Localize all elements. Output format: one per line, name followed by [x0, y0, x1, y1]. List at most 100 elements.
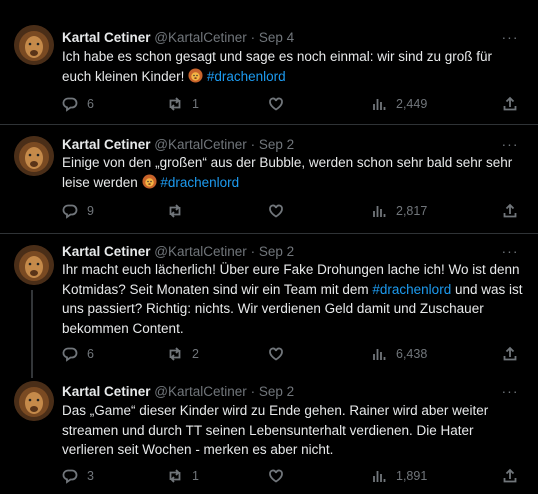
more-icon[interactable]: ··· [500, 384, 520, 400]
tweet-header: Kartal Cetiner @KartalCetiner · Sep 2 [62, 383, 294, 401]
view-count: 1,891 [396, 469, 428, 483]
hashtag-link[interactable]: #drachenlord [372, 282, 451, 297]
like-icon [269, 469, 283, 483]
author-name[interactable]: Kartal Cetiner [62, 244, 151, 259]
avatar[interactable] [14, 381, 54, 421]
reply-count: 3 [87, 469, 94, 483]
views-icon [373, 349, 386, 360]
author-name[interactable]: Kartal Cetiner [62, 384, 151, 399]
avatar[interactable] [14, 136, 54, 176]
more-icon[interactable]: ··· [500, 244, 520, 260]
tweet-text: Das „Game“ dieser Kinder wird zu Ende ge… [62, 401, 524, 460]
reply-button[interactable]: 9 [62, 202, 94, 220]
repost-count: 1 [192, 469, 199, 483]
tweet-text-part: Einige von den „großen“ aus der Bubble, … [62, 155, 513, 190]
reply-icon [62, 347, 78, 362]
views-icon [373, 206, 386, 217]
repost-count: 2 [192, 347, 199, 361]
tweet-actions: 6 1 2,449 [62, 95, 522, 113]
avatar[interactable] [14, 245, 54, 285]
reply-button[interactable]: 6 [62, 345, 94, 363]
repost-count: 1 [192, 97, 199, 111]
tweet-text: Ich habe es schon gesagt und sage es noc… [62, 47, 524, 86]
view-count: 2,449 [396, 97, 428, 111]
tweet-header: Kartal Cetiner @KartalCetiner · Sep 2 [62, 136, 294, 154]
tweet-actions: 9 2,817 [62, 202, 522, 220]
tweet[interactable]: Kartal Cetiner @KartalCetiner · Sep 2 ··… [0, 376, 538, 494]
repost-button[interactable]: 1 [167, 95, 199, 113]
tweet-date[interactable]: Sep 2 [259, 137, 294, 152]
repost-icon [169, 97, 181, 111]
reply-count: 9 [87, 204, 94, 218]
repost-icon [169, 204, 181, 218]
lion-avatar-icon [14, 136, 54, 176]
lion-avatar-icon [14, 381, 54, 421]
views-icon [373, 99, 386, 110]
tweet-text: Einige von den „großen“ aus der Bubble, … [62, 153, 524, 192]
author-handle[interactable]: @KartalCetiner [154, 384, 247, 399]
tweet-actions: 3 1 1,891 [62, 467, 522, 485]
like-button[interactable] [268, 467, 293, 485]
share-button[interactable] [502, 345, 518, 363]
tweet-text-part: Das „Game“ dieser Kinder wird zu Ende ge… [62, 403, 489, 457]
view-count: 2,817 [396, 204, 428, 218]
author-handle[interactable]: @KartalCetiner [154, 244, 247, 259]
share-icon [503, 96, 517, 111]
header-separator: · [250, 384, 256, 399]
lion-avatar-icon [14, 245, 54, 285]
tweet[interactable]: Kartal Cetiner @KartalCetiner · Sep 4 ··… [0, 0, 538, 125]
lion-emoji-icon [142, 173, 157, 189]
more-icon[interactable]: ··· [500, 137, 520, 153]
repost-button[interactable] [167, 202, 192, 220]
header-separator: · [250, 244, 256, 259]
repost-button[interactable]: 1 [167, 467, 199, 485]
avatar[interactable] [14, 25, 54, 65]
reply-icon [62, 204, 78, 219]
tweet-date[interactable]: Sep 2 [259, 384, 294, 399]
reply-count: 6 [87, 347, 94, 361]
views-button[interactable]: 2,817 [371, 202, 427, 220]
author-handle[interactable]: @KartalCetiner [154, 137, 247, 152]
lion-emoji-icon [188, 67, 203, 83]
like-icon [269, 204, 283, 218]
tweet-header: Kartal Cetiner @KartalCetiner · Sep 4 [62, 29, 294, 47]
reply-button[interactable]: 3 [62, 467, 94, 485]
like-button[interactable] [268, 95, 293, 113]
views-button[interactable]: 1,891 [371, 467, 427, 485]
author-name[interactable]: Kartal Cetiner [62, 30, 151, 45]
like-icon [269, 97, 283, 111]
author-handle[interactable]: @KartalCetiner [154, 30, 247, 45]
share-button[interactable] [502, 202, 518, 220]
repost-button[interactable]: 2 [167, 345, 199, 363]
timeline: Kartal Cetiner @KartalCetiner · Sep 4 ··… [0, 0, 538, 494]
hashtag-link[interactable]: #drachenlord [160, 175, 239, 190]
tweet[interactable]: Kartal Cetiner @KartalCetiner · Sep 2 ··… [0, 125, 538, 234]
tweet-actions: 6 2 6,438 [62, 345, 522, 363]
like-button[interactable] [268, 345, 293, 363]
tweet[interactable]: Kartal Cetiner @KartalCetiner · Sep 2 ··… [0, 234, 538, 376]
reply-icon [62, 469, 78, 484]
author-name[interactable]: Kartal Cetiner [62, 137, 151, 152]
share-icon [503, 468, 517, 483]
reply-button[interactable]: 6 [62, 95, 94, 113]
views-icon [373, 471, 386, 482]
reply-icon [62, 97, 78, 112]
more-icon[interactable]: ··· [500, 30, 520, 46]
header-separator: · [250, 137, 256, 152]
share-button[interactable] [502, 467, 518, 485]
tweet-date[interactable]: Sep 2 [259, 244, 294, 259]
like-button[interactable] [268, 202, 293, 220]
hashtag-link[interactable]: #drachenlord [207, 69, 286, 84]
views-button[interactable]: 6,438 [371, 345, 427, 363]
reply-count: 6 [87, 97, 94, 111]
views-button[interactable]: 2,449 [371, 95, 427, 113]
share-icon [503, 346, 517, 361]
repost-icon [169, 469, 181, 483]
header-separator: · [250, 30, 256, 45]
tweet-header: Kartal Cetiner @KartalCetiner · Sep 2 [62, 243, 294, 261]
share-icon [503, 203, 517, 218]
share-button[interactable] [502, 95, 518, 113]
tweet-date[interactable]: Sep 4 [259, 30, 294, 45]
tweet-text: Ihr macht euch lächerlich! Über eure Fak… [62, 260, 524, 338]
like-icon [269, 347, 283, 361]
